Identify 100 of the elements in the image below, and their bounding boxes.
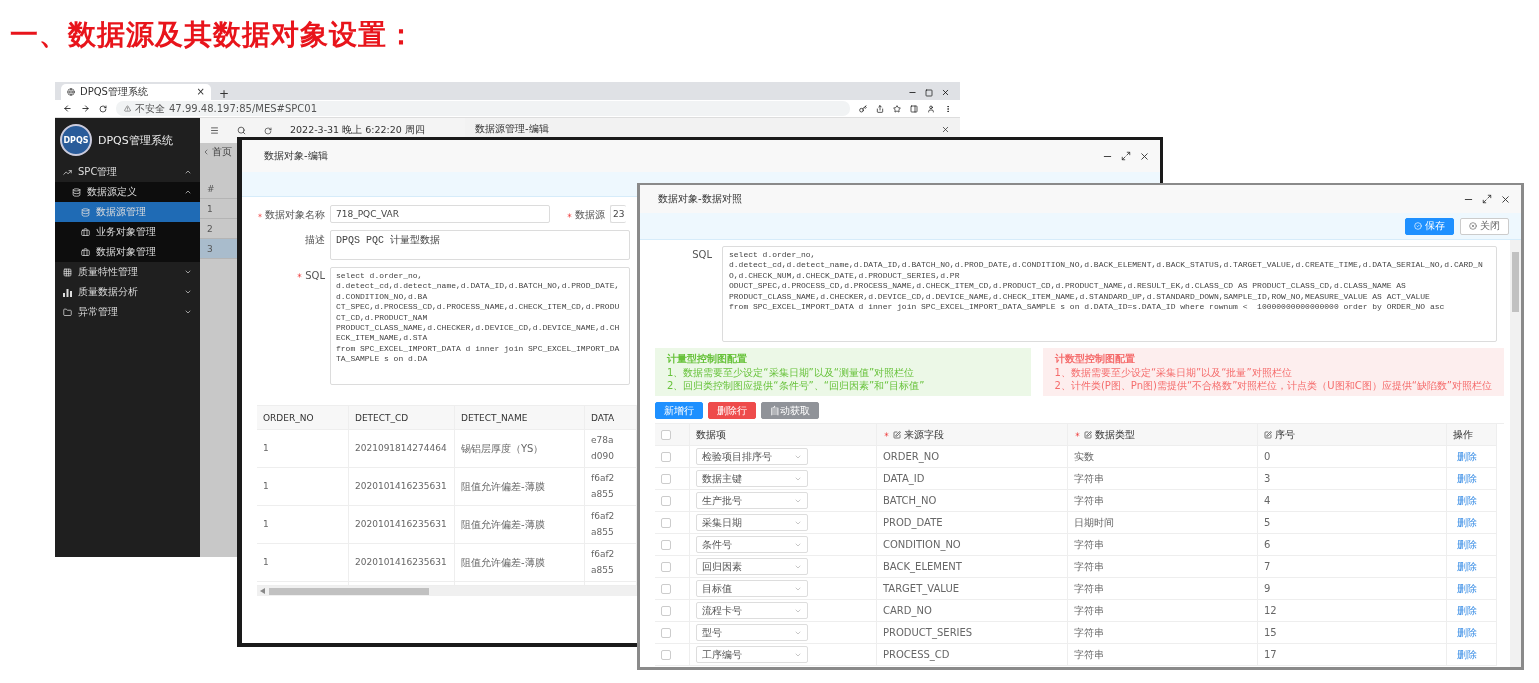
table-cell: 字符串 bbox=[1068, 556, 1258, 578]
source-field[interactable]: 23 bbox=[610, 205, 626, 223]
checkbox[interactable] bbox=[661, 583, 671, 594]
sidebar-item[interactable]: 质量数据分析 bbox=[55, 282, 200, 302]
checkbox[interactable] bbox=[661, 627, 671, 638]
sidebar-item[interactable]: 数据源定义 bbox=[55, 182, 200, 202]
item-select[interactable]: 数据主键 bbox=[696, 470, 808, 487]
vertical-scrollbar[interactable] bbox=[1510, 240, 1521, 667]
table-cell: 字符串 bbox=[1068, 534, 1258, 556]
field-label: SQL bbox=[691, 248, 712, 262]
sidebar-item[interactable]: 数据对象管理 bbox=[55, 242, 200, 262]
globe-icon bbox=[67, 88, 75, 96]
item-select[interactable]: 检验项目排序号 bbox=[696, 448, 808, 465]
sidebar-item[interactable]: SPC管理 bbox=[55, 162, 200, 182]
checkbox[interactable] bbox=[661, 429, 671, 440]
table-cell: 7 bbox=[1258, 556, 1447, 578]
scroll-left-icon[interactable] bbox=[260, 588, 265, 594]
delete-link[interactable]: 删除 bbox=[1457, 536, 1477, 553]
table-cell: 字符串 bbox=[1068, 578, 1258, 600]
back-icon[interactable] bbox=[63, 104, 72, 113]
name-field[interactable]: 718_PQC_VAR bbox=[330, 205, 550, 223]
table-cell: 4 bbox=[1258, 490, 1447, 512]
table-cell: 字符串 bbox=[1068, 468, 1258, 490]
sidebar-item[interactable]: 数据源管理 bbox=[55, 202, 200, 222]
field-label: 数据对象名称 bbox=[257, 205, 325, 222]
table-cell: PROCESS_CD bbox=[877, 644, 1068, 666]
description-field[interactable]: DPQS PQC 计量型数据 bbox=[330, 230, 630, 260]
column-header: DETECT_CD bbox=[349, 406, 455, 430]
notice-title: 计数型控制图配置 bbox=[1054, 352, 1136, 366]
table-cell: ORDER_NO bbox=[877, 446, 1068, 468]
star-icon[interactable] bbox=[893, 104, 901, 113]
share-icon[interactable] bbox=[876, 104, 884, 113]
column-header: 数据项 bbox=[690, 424, 877, 446]
required-icon bbox=[883, 431, 890, 438]
sql-field[interactable]: select d.order_no, d.detect_cd,d.detect_name,d.DATA_ID,d.BATCH_NO,d.PROD_DATE,d.CONDITION_NO,d.BACK_ELEMENT,d.BACK_STATUS,d.TARGET_VALUE,d.CREATE_TIME,d.DATA_SERIAL_NO,d.CARD_NO,d.CHECK_NUM,d.CHECK_DATE,d.PRODUCT_SERIES,d.PR ODUCT_SPEC,d.PROCESS_CD,d.PROCESS_NAME,d.CHECK_ITEM_CD,d.PRODUCT_CD,d.PRODUCT_NAME,d.RESULT_EK,d.CLASS_CD AS PRODUCT_CLASS_CD,d.CLASS_NAME AS PRODUCT_CLASS_NAME,d.CHECKER,d.DEVICE_CD,d.DEVICE_NAME,d.CHECK_ITEM_NAME,d.STANDARD_UP,d.STANDARD_DOWN,SAMPLE_ID,ROW_NO,MEASURE_VALUE AS ACT_VALUE from SPC_EXCEL_IMPORT_DATA d inner join SPC_EXCEL_IMPORT_DATA_SAMPLE s on d.DATA_ID=s.DATA_ID where rownum < 10000000000000000 order by ORDER_NO asc bbox=[722, 246, 1497, 342]
checkbox[interactable] bbox=[661, 649, 671, 660]
close-icon[interactable] bbox=[941, 88, 950, 97]
close-icon[interactable] bbox=[941, 124, 950, 134]
checkbox[interactable] bbox=[661, 451, 671, 462]
item-select[interactable]: 采集日期 bbox=[696, 514, 808, 531]
item-select[interactable]: 型号 bbox=[696, 624, 808, 641]
delete-link[interactable]: 删除 bbox=[1457, 492, 1477, 509]
checkbox[interactable] bbox=[661, 473, 671, 484]
new-tab-button[interactable]: + bbox=[219, 88, 230, 100]
table-cell: 字符串 bbox=[1068, 490, 1258, 512]
maximize-icon[interactable] bbox=[925, 89, 933, 97]
checkbox[interactable] bbox=[661, 561, 671, 572]
maximize-icon[interactable] bbox=[1121, 151, 1131, 161]
checkbox[interactable] bbox=[661, 517, 671, 528]
delete-link[interactable]: 删除 bbox=[1457, 558, 1477, 575]
edit-icon bbox=[1084, 430, 1092, 439]
forward-icon[interactable] bbox=[81, 104, 90, 113]
close-icon[interactable] bbox=[1500, 193, 1511, 205]
item-select[interactable]: 生产批号 bbox=[696, 492, 808, 509]
chevron-down-icon bbox=[184, 288, 192, 296]
browser-tab[interactable]: DPQS管理系统 × bbox=[61, 84, 211, 100]
delete-link[interactable]: 删除 bbox=[1457, 514, 1477, 531]
delete-link[interactable]: 删除 bbox=[1457, 602, 1477, 619]
delete-link[interactable]: 删除 bbox=[1457, 646, 1477, 663]
refresh-icon[interactable] bbox=[264, 126, 272, 135]
item-select[interactable]: 目标值 bbox=[696, 580, 808, 597]
table-cell: 字符串 bbox=[1068, 600, 1258, 622]
checkbox[interactable] bbox=[661, 495, 671, 506]
toolbar-button[interactable]: 删除行 bbox=[708, 402, 756, 419]
datetime-text: 2022-3-31 晚上 6:22:20 周四 bbox=[290, 124, 425, 137]
item-select[interactable]: 工序编号 bbox=[696, 646, 808, 663]
chevron-down-icon bbox=[184, 308, 192, 316]
edit-icon bbox=[893, 430, 901, 439]
chevron-left-icon[interactable] bbox=[202, 148, 210, 156]
profile-icon[interactable] bbox=[927, 104, 935, 113]
sql-field[interactable]: select d.order_no, d.detect_cd,d.detect_name,d.DATA_ID,d.BATCH_NO,d.PROD_DATE,d.CONDITION_NO,d.BA CT_SPEC,d.PROCESS_CD,d.PROCESS_NAME,d.CHECK_ITEM_CD,d.PRODUCT_CD,d.PRODUCT_NAM PRODUCT_CLASS_NAME,d.CHECKER,d.DEVICE_CD,d.DEVICE_NAME,d.CHECK_ITEM_NAME,d.STA from SPC_EXCEL_IMPORT_DATA d inner join SPC_EXCEL_IMPORT_DATA_SAMPLE s on d.DA bbox=[330, 267, 630, 385]
checkbox[interactable] bbox=[661, 605, 671, 616]
item-select[interactable]: 条件号 bbox=[696, 536, 808, 553]
checkbox[interactable] bbox=[661, 539, 671, 550]
close-icon[interactable] bbox=[1139, 150, 1150, 162]
item-select[interactable]: 流程卡号 bbox=[696, 602, 808, 619]
delete-link[interactable]: 删除 bbox=[1457, 448, 1477, 465]
sidebar-item[interactable]: 业务对象管理 bbox=[55, 222, 200, 242]
delete-link[interactable]: 删除 bbox=[1457, 624, 1477, 641]
dialog-title: 数据源管理-编辑 bbox=[475, 122, 549, 136]
maximize-icon[interactable] bbox=[1482, 194, 1492, 204]
column-header: 操作 bbox=[1447, 424, 1497, 446]
reload-icon[interactable] bbox=[99, 104, 107, 113]
search-icon[interactable] bbox=[237, 126, 246, 135]
tab-close[interactable]: × bbox=[196, 87, 205, 97]
delete-link[interactable]: 删除 bbox=[1457, 470, 1477, 487]
horizontal-scrollbar[interactable] bbox=[257, 586, 640, 596]
table-cell: 2020101416235631 bbox=[349, 506, 455, 544]
sidebar-item[interactable]: 异常管理 bbox=[55, 302, 200, 322]
sidebar-item[interactable]: 质量特性管理 bbox=[55, 262, 200, 282]
address-bar[interactable]: 不安全 47.99.48.197:85/MES#SPC01 bbox=[116, 101, 850, 116]
close-button[interactable]: 关闭 bbox=[1460, 217, 1509, 235]
item-select[interactable]: 回归因素 bbox=[696, 558, 808, 575]
column-header: DETECT_NAME bbox=[455, 406, 585, 430]
home-tab[interactable]: 首页 bbox=[212, 145, 232, 159]
delete-link[interactable]: 删除 bbox=[1457, 580, 1477, 597]
side-panel-icon[interactable] bbox=[910, 104, 918, 113]
table-cell: 15 bbox=[1258, 622, 1447, 644]
table-cell: BACK_ELEMENT bbox=[877, 556, 1068, 578]
key-icon[interactable] bbox=[859, 104, 867, 113]
